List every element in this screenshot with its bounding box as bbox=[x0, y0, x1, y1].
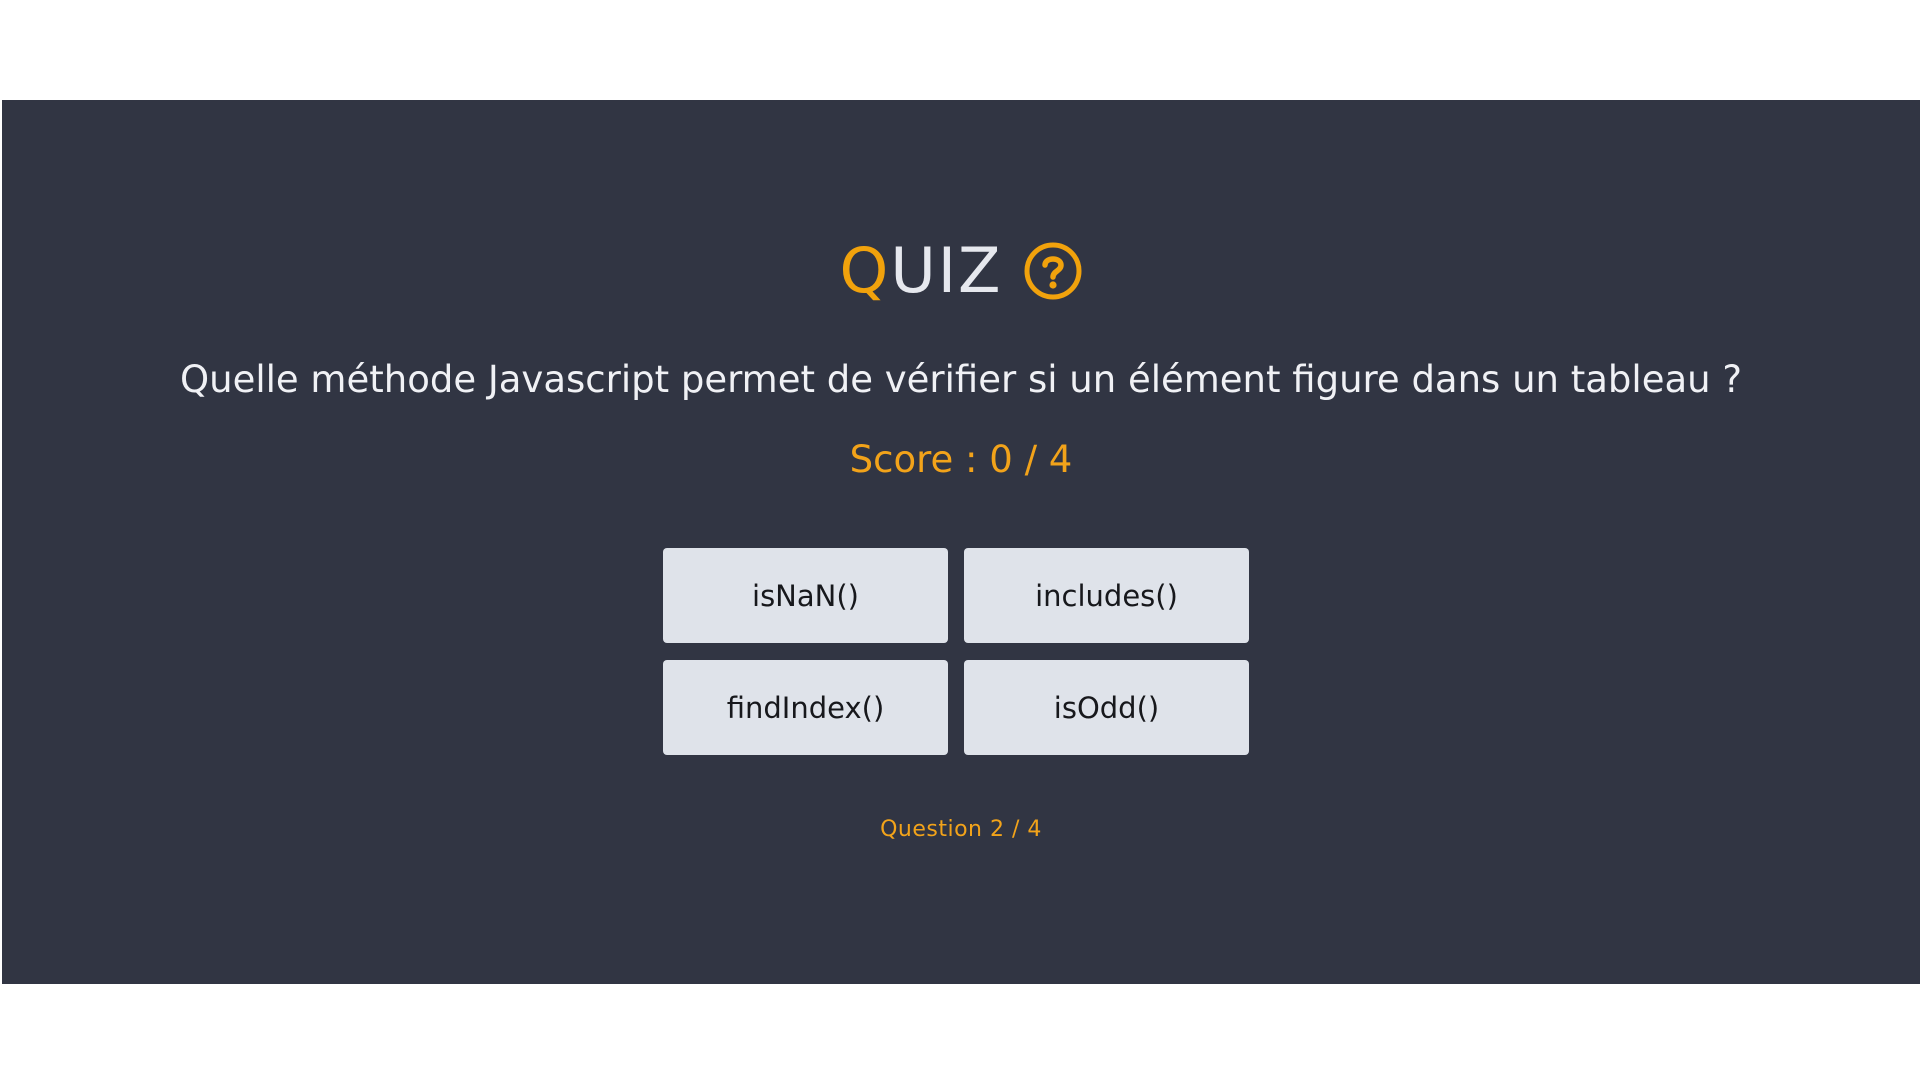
quiz-title-text: QUIZ bbox=[840, 240, 1003, 302]
answer-button-3[interactable]: findIndex() bbox=[663, 660, 948, 755]
answer-button-2[interactable]: includes() bbox=[964, 548, 1249, 643]
answer-button-4[interactable]: isOdd() bbox=[964, 660, 1249, 755]
question-circle-icon bbox=[1024, 242, 1082, 300]
answer-button-1[interactable]: isNaN() bbox=[663, 548, 948, 643]
quiz-title: QUIZ bbox=[2, 240, 1920, 302]
question-text: Quelle méthode Javascript permet de véri… bbox=[180, 358, 1742, 401]
answers-grid: isNaN() includes() findIndex() isOdd() bbox=[663, 548, 1251, 755]
question-progress: Question 2 / 4 bbox=[880, 817, 1042, 842]
quiz-title-first-letter: Q bbox=[839, 234, 891, 307]
quiz-panel: QUIZ Quelle méthode Javascript permet de… bbox=[2, 100, 1920, 984]
score-text: Score : 0 / 4 bbox=[849, 438, 1073, 481]
quiz-title-rest: UIZ bbox=[890, 234, 1003, 307]
